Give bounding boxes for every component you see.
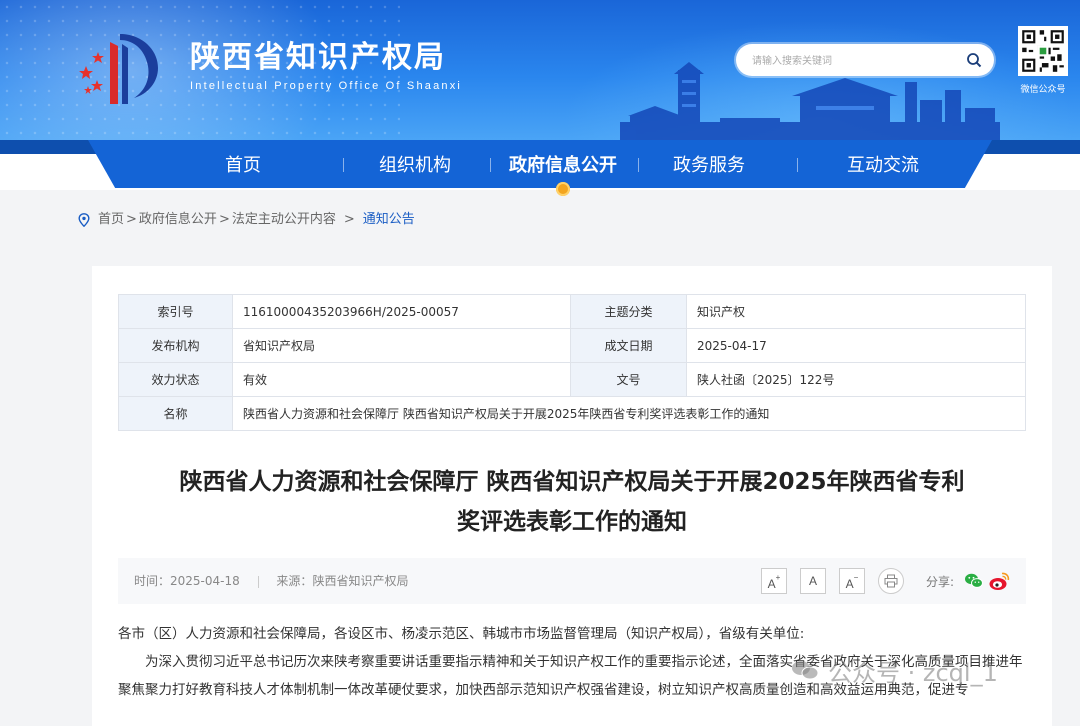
search-box[interactable] — [736, 44, 994, 76]
nav-item-home[interactable]: 首页 — [200, 152, 286, 180]
share-label: 分享: — [926, 575, 955, 589]
breadcrumb-separator: > — [343, 212, 355, 227]
site-subtitle: Intellectual Property Office Of Shaanxi — [190, 80, 463, 92]
nav-divider — [343, 158, 344, 172]
font-reset-button[interactable]: A — [800, 568, 826, 594]
wechat-qr-code[interactable] — [1018, 26, 1068, 76]
index-no-value: 11610000435203966H/2025-00057 — [232, 294, 571, 329]
breadcrumb-separator: > — [218, 212, 230, 227]
weibo-share-icon[interactable] — [986, 570, 1012, 592]
breadcrumb-statutory-content[interactable]: 法定主动公开内容 — [232, 210, 336, 230]
font-decrease-button[interactable]: A− — [839, 568, 865, 594]
site-title[interactable]: 陕西省知识产权局 — [190, 32, 446, 76]
status-label: 效力状态 — [118, 362, 233, 397]
breadcrumb-home[interactable]: 首页 — [98, 210, 124, 230]
status-value: 有效 — [232, 362, 571, 397]
article-title-line: 奖评选表彰工作的通知 — [457, 509, 687, 535]
table-row: 索引号 11610000435203966H/2025-00057 主题分类 知… — [118, 294, 1026, 329]
date-label: 成文日期 — [570, 328, 687, 363]
date-value: 2025-04-17 — [686, 328, 1026, 363]
search-icon[interactable] — [966, 52, 982, 68]
breadcrumb-gov-info[interactable]: 政府信息公开 — [139, 210, 217, 230]
publish-time-label: 时间： — [134, 574, 171, 588]
info-divider — [257, 575, 259, 588]
nav-item-gov-info-disclosure[interactable]: 政府信息公开 — [498, 152, 628, 180]
nav-item-gov-services[interactable]: 政务服务 — [656, 152, 762, 180]
name-value: 陕西省人力资源和社会保障厅 陕西省知识产权局关于开展2025年陕西省专利奖评选表… — [232, 396, 1026, 431]
site-logo-emblem[interactable] — [72, 22, 172, 112]
article-paragraph: 各市（区）人力资源和社会保障局，各设区市、杨凌示范区、韩城市市场监督管理局（知识… — [118, 626, 805, 642]
qr-label: 微信公众号 — [1020, 85, 1066, 95]
source-label: 来源： — [276, 574, 313, 588]
article-info: 时间：2025-04-18 来源：陕西省知识产权局 — [134, 572, 408, 589]
printer-icon — [884, 574, 898, 588]
watermark-text: 公众号 · zcql_1 — [828, 658, 998, 687]
publish-time: 2025-04-18 — [170, 574, 240, 588]
table-row: 名称 陕西省人力资源和社会保障厅 陕西省知识产权局关于开展2025年陕西省专利奖… — [118, 396, 1026, 431]
nav-item-organization[interactable]: 组织机构 — [362, 152, 468, 180]
article-title: 陕西省人力资源和社会保障厅 陕西省知识产权局关于开展2025年陕西省专利 奖评选… — [112, 462, 1032, 542]
nav-divider — [797, 158, 798, 172]
nav-divider — [490, 158, 491, 172]
print-button[interactable] — [878, 568, 904, 594]
topic-label: 主题分类 — [570, 294, 687, 329]
name-label: 名称 — [118, 396, 233, 431]
document-metadata-table: 索引号 11610000435203966H/2025-00057 主题分类 知… — [118, 294, 1026, 431]
article-title-line: 陕西省人力资源和社会保障厅 陕西省知识产权局关于开展2025年陕西省专利 — [179, 469, 965, 495]
breadcrumb-current[interactable]: 通知公告 — [363, 210, 415, 230]
index-no-label: 索引号 — [118, 294, 233, 329]
table-row: 效力状态 有效 文号 陕人社函〔2025〕122号 — [118, 362, 1026, 397]
source-value: 陕西省知识产权局 — [312, 574, 409, 588]
doc-no-label: 文号 — [570, 362, 687, 397]
font-increase-button[interactable]: A+ — [761, 568, 787, 594]
wechat-watermark-icon — [792, 661, 819, 680]
wechat-share-icon[interactable] — [963, 570, 985, 592]
topic-value: 知识产权 — [686, 294, 1026, 329]
breadcrumb-separator: > — [126, 212, 137, 227]
doc-no-value: 陕人社函〔2025〕122号 — [686, 362, 1026, 397]
article-toolbar: 时间：2025-04-18 来源：陕西省知识产权局 A+ A A− 分享: — [118, 558, 1026, 604]
watermark: 公众号 · zcql_1 — [790, 652, 998, 688]
nav-item-interaction[interactable]: 互动交流 — [830, 152, 936, 180]
issuer-label: 发布机构 — [118, 328, 233, 363]
breadcrumb: 首页 > 政府信息公开 > 法定主动公开内容 > 通知公告 — [78, 210, 415, 230]
nav-active-indicator — [556, 182, 570, 196]
table-row: 发布机构 省知识产权局 成文日期 2025-04-17 — [118, 328, 1026, 363]
location-pin-icon — [78, 213, 90, 227]
nav-divider — [638, 158, 639, 172]
issuer-value: 省知识产权局 — [232, 328, 571, 363]
search-input[interactable] — [750, 50, 954, 72]
